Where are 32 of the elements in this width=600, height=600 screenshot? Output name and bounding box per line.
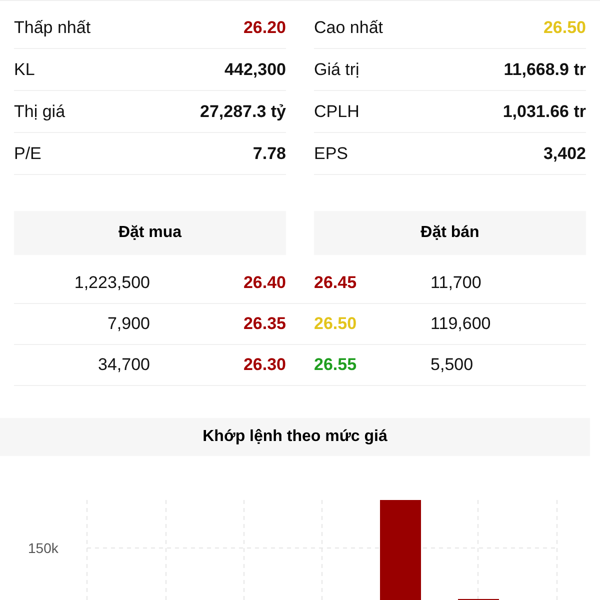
stat-label: EPS bbox=[314, 142, 348, 165]
buy-price: 26.40 bbox=[243, 272, 286, 294]
sell-volume: 5,500 bbox=[430, 354, 474, 376]
stat-label: Giá trị bbox=[314, 58, 360, 81]
buy-volume: 7,900 bbox=[106, 313, 150, 336]
buy-price: 26.30 bbox=[243, 354, 286, 376]
stat-label: KL bbox=[14, 58, 35, 81]
stat-value: 26.50 bbox=[543, 16, 586, 39]
stat-label: P/E bbox=[14, 142, 42, 165]
stat-label: Thị giá bbox=[14, 100, 66, 123]
stat-label: CPLH bbox=[314, 100, 360, 123]
stat-value: 26.20 bbox=[243, 16, 286, 39]
chart-title: Khớp lệnh theo mức giá bbox=[0, 418, 590, 456]
buy-price: 26.35 bbox=[243, 313, 286, 336]
stat-value: 442,300 bbox=[224, 58, 286, 81]
buy-volume: 34,700 bbox=[97, 354, 150, 376]
stat-label: Cao nhất bbox=[314, 16, 383, 39]
stat-value: 11,668.9 tr bbox=[504, 58, 586, 81]
stat-value: 27,287.3 tỷ bbox=[200, 100, 286, 123]
buy-volume: 1,223,500 bbox=[73, 272, 150, 294]
stat-value: 3,402 bbox=[543, 142, 586, 165]
sell-price: 26.50 bbox=[314, 313, 357, 336]
stat-label: Thấp nhất bbox=[14, 16, 91, 39]
sell-volume: 11,700 bbox=[430, 272, 482, 294]
stat-value: 1,031.66 tr bbox=[502, 100, 586, 123]
sell-volume: 119,600 bbox=[430, 313, 491, 336]
stat-value: 7.78 bbox=[252, 142, 286, 165]
column-header: Đặt mua bbox=[14, 211, 286, 255]
column-header: Đặt bán bbox=[314, 211, 586, 255]
sell-price: 26.45 bbox=[314, 272, 357, 294]
sell-price: 26.55 bbox=[314, 354, 357, 376]
axis-label: 150k bbox=[28, 539, 58, 558]
